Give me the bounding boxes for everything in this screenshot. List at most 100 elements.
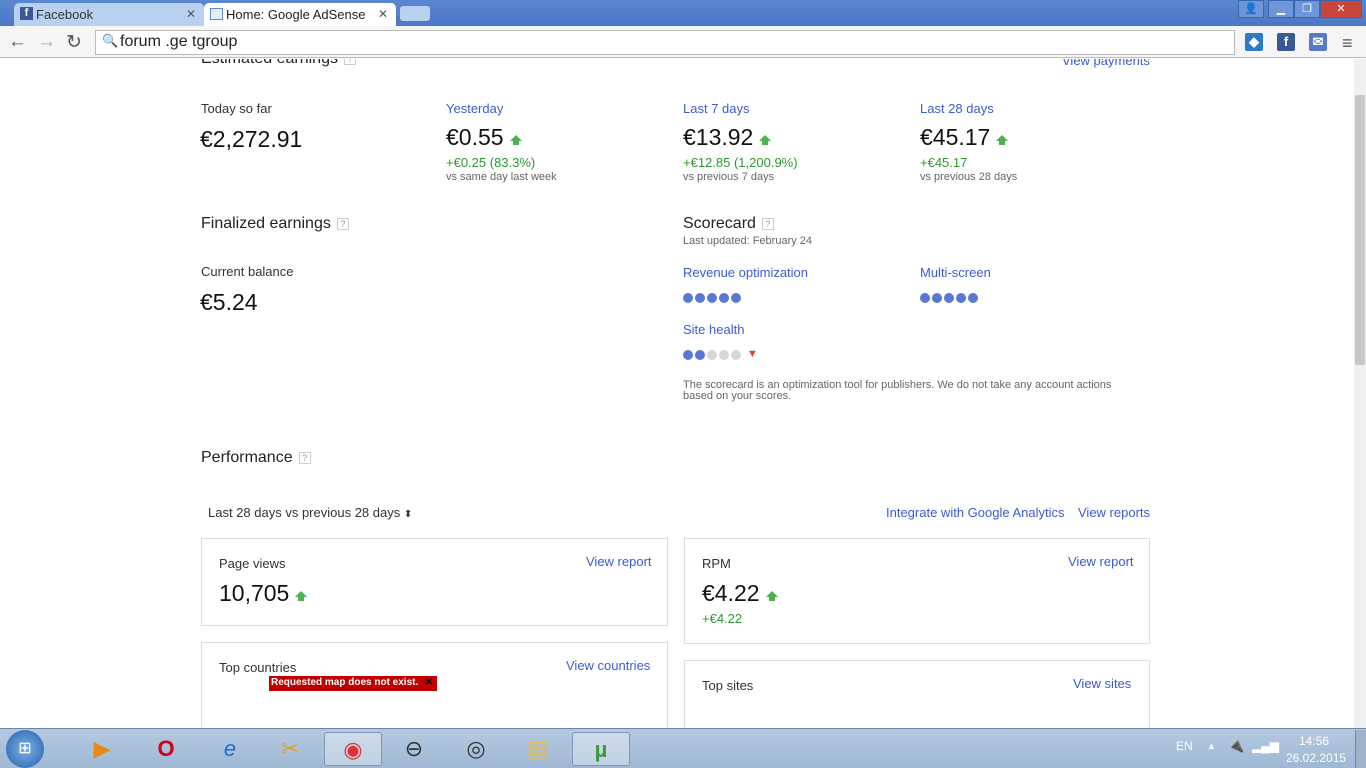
top-sites-card: Top sites View sites [684, 660, 1150, 728]
extension-notification-icon[interactable]: ✉ [1309, 33, 1327, 51]
tools-icon[interactable]: ✂ [264, 732, 316, 766]
extension-cube-icon[interactable]: ◆ [1245, 33, 1263, 51]
utorrent-icon[interactable]: µ [572, 732, 630, 766]
page-icon [210, 8, 223, 20]
yesterday-change: +€0.25 (83.3%) [446, 155, 536, 170]
last7-block: Last 7 days €13.92 +€12.85 (1,200.9%) vs… [683, 101, 798, 183]
user-icon[interactable]: 👤 [1238, 0, 1264, 18]
help-icon[interactable]: ? [343, 59, 356, 65]
view-payments-link[interactable]: View payments [1062, 59, 1150, 68]
revenue-optimization-score [683, 290, 743, 308]
top-countries-label: Top countries [219, 660, 297, 675]
back-icon[interactable]: ← [8, 31, 27, 53]
multi-screen-link[interactable]: Multi-screen [920, 265, 991, 280]
map-error-banner: Requested map does not exist. ✕ [269, 676, 437, 691]
range-select[interactable]: Last 28 days vs previous 28 days ⬍ [208, 505, 412, 520]
menu-icon[interactable]: ≡ [1342, 33, 1353, 54]
show-hidden-icons[interactable]: ▲ [1207, 741, 1216, 751]
today-value: €2,272.91 [200, 126, 303, 152]
clock-date[interactable]: 26.02.2015 [1286, 751, 1346, 765]
tab-adsense[interactable]: Home: Google AdSense ✕ [204, 3, 396, 26]
integrate-analytics-link[interactable]: Integrate with Google Analytics [886, 505, 1065, 520]
facebook-icon: f [20, 7, 33, 20]
yesterday-link[interactable]: Yesterday [446, 101, 557, 116]
scrollbar-thumb[interactable] [1355, 95, 1365, 365]
yesterday-block: Yesterday €0.55 +€0.25 (83.3%) vs same d… [446, 101, 557, 183]
last28-value: €45.17 [920, 124, 991, 150]
balance-value: €5.24 [200, 289, 258, 315]
finalized-earnings-heading: Finalized earnings? [201, 215, 349, 233]
tab-title: Home: Google AdSense [226, 7, 366, 22]
arrow-up-icon [765, 591, 778, 601]
arrow-up-icon [996, 135, 1009, 145]
page-content: Estimated earnings? View payments Today … [0, 59, 1354, 728]
minimize-button[interactable]: ▁ [1268, 0, 1294, 18]
page-views-label: Page views [219, 556, 286, 571]
balance-label: Current balance [201, 264, 294, 279]
last7-value: €13.92 [683, 124, 754, 150]
yesterday-compare: vs same day last week [446, 171, 557, 183]
address-text: forum .ge tgroup [120, 33, 238, 50]
start-button[interactable]: ⊞ [6, 730, 44, 768]
scorecard-note: The scorecard is an optimization tool fo… [683, 379, 1112, 402]
view-report-link[interactable]: View report [1068, 554, 1134, 569]
top-sites-label: Top sites [702, 678, 754, 693]
tab-facebook[interactable]: f Facebook ✕ [14, 3, 204, 26]
help-icon[interactable]: ? [336, 217, 349, 230]
help-icon[interactable]: ? [761, 217, 774, 230]
arrow-up-icon [509, 135, 522, 145]
view-countries-link[interactable]: View countries [566, 658, 650, 673]
forward-icon[interactable]: → [37, 31, 56, 53]
yesterday-value: €0.55 [446, 124, 504, 150]
sort-icon: ⬍ [403, 509, 413, 520]
rpm-value: €4.22 [702, 580, 760, 606]
address-bar[interactable]: 🔍 forum .ge tgroup [95, 30, 1235, 55]
rpm-label: RPM [702, 556, 731, 571]
network-signal-icon[interactable]: ▂▄▆ [1252, 739, 1279, 753]
multi-screen-score [920, 290, 980, 308]
search-icon: 🔍 [102, 33, 119, 48]
rpm-card: RPM View report €4.22 +€4.22 [684, 538, 1150, 644]
close-icon[interactable]: ✕ [425, 677, 433, 688]
performance-heading: Performance? [201, 449, 311, 467]
view-report-link[interactable]: View report [586, 554, 652, 569]
close-tab-icon[interactable]: ✕ [186, 7, 196, 21]
last7-change: +€12.85 (1,200.9%) [683, 155, 798, 170]
estimated-earnings-heading: Estimated earnings? [201, 59, 356, 68]
close-tab-icon[interactable]: ✕ [378, 7, 388, 21]
clock-time[interactable]: 14:56 [1299, 734, 1329, 748]
show-desktop-button[interactable] [1355, 730, 1366, 768]
restore-button[interactable]: ❐ [1294, 0, 1320, 18]
internet-explorer-icon[interactable]: e [204, 732, 256, 766]
chrome-icon[interactable]: ◉ [324, 732, 382, 766]
language-indicator[interactable]: EN [1176, 739, 1193, 753]
last7-compare: vs previous 7 days [683, 171, 775, 183]
arrow-down-icon: ▼ [747, 348, 758, 360]
top-countries-card: Top countries View countries Requested m… [201, 642, 668, 728]
camera-icon[interactable]: ◎ [450, 732, 502, 766]
today-label: Today so far [201, 101, 272, 116]
app-icon[interactable]: ⊖ [388, 732, 440, 766]
arrow-up-icon [759, 135, 772, 145]
explorer-folder-icon[interactable]: ▤ [512, 732, 564, 766]
revenue-optimization-link[interactable]: Revenue optimization [683, 265, 808, 280]
arrow-up-icon [295, 591, 308, 601]
facebook-extension-icon[interactable]: f [1277, 33, 1295, 51]
view-sites-link[interactable]: View sites [1073, 676, 1131, 691]
last28-compare: vs previous 28 days [920, 171, 1018, 183]
help-icon[interactable]: ? [298, 451, 311, 464]
power-icon[interactable]: 🔌 [1228, 738, 1244, 754]
site-health-score: ▼ [683, 347, 760, 365]
new-tab-button[interactable] [400, 6, 430, 21]
reload-icon[interactable]: ↻ [66, 31, 82, 54]
view-reports-link[interactable]: View reports [1078, 505, 1150, 520]
page-views-value: 10,705 [219, 580, 290, 606]
rpm-change: +€4.22 [702, 611, 743, 626]
site-health-link[interactable]: Site health [683, 322, 744, 337]
close-window-button[interactable]: ✕ [1320, 0, 1362, 18]
last7-link[interactable]: Last 7 days [683, 101, 798, 116]
opera-icon[interactable]: O [140, 732, 192, 766]
last28-link[interactable]: Last 28 days [920, 101, 1017, 116]
tab-title: Facebook [36, 7, 94, 22]
media-player-icon[interactable]: ▶ [76, 732, 128, 766]
